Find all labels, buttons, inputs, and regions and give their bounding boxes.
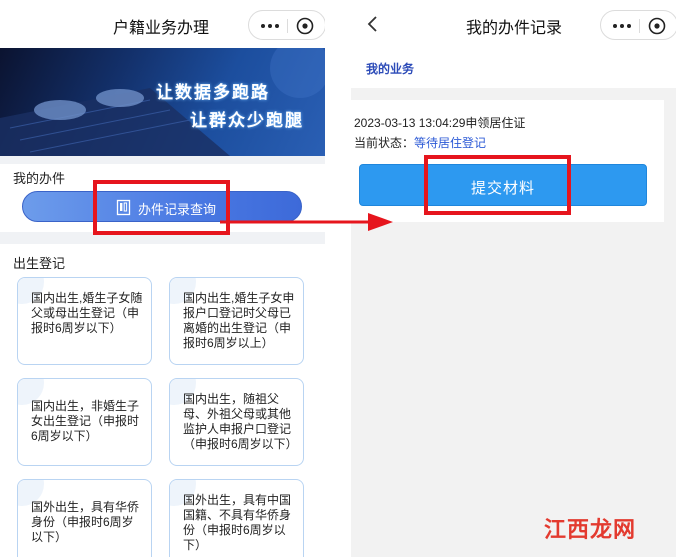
left-phone-screen: 户籍业务办理 让数据多跑路 让群众少跑腿 我的办件 办件记录查询 出生登记 国内…	[0, 0, 325, 557]
service-card[interactable]: 国内出生，非婚生子女出生登记（申报时6周岁以下）	[17, 378, 152, 466]
service-card-label: 国外出生，具有中国国籍、不具有华侨身份（申报时6周岁以下）	[183, 493, 292, 552]
chevron-left-icon[interactable]	[363, 12, 383, 36]
service-card-label: 国内出生,婚生子女随父或母出生登记（申报时6周岁以下）	[31, 291, 143, 335]
my-handling-heading: 我的办件	[13, 171, 66, 186]
promo-banner: 让数据多跑路 让群众少跑腿	[0, 48, 325, 156]
more-dots-icon[interactable]	[257, 17, 283, 35]
mini-program-capsule	[600, 10, 676, 40]
service-card[interactable]: 国内出生,婚生子女申报户口登记时父母已离婚的出生登记（申报时6周岁以上）	[169, 277, 304, 365]
right-phone-screen: 我的办件记录 我的业务 2023-03-13 13:04:29申领居住证 当前状…	[351, 0, 676, 557]
banner-slogan-1: 让数据多跑路	[156, 83, 270, 102]
service-card-label: 国内出生，随祖父母、外祖父母或其他监护人申报户口登记（申报时6周岁以下）	[183, 392, 295, 451]
service-card-label: 国内出生,婚生子女申报户口登记时父母已离婚的出生登记（申报时6周岁以上）	[183, 291, 295, 350]
capsule-divider	[639, 19, 640, 33]
status-value: 等待居住登记	[414, 136, 487, 150]
service-card[interactable]: 国外出生，具有华侨身份（申报时6周岁以下）	[17, 479, 152, 557]
section-divider	[0, 156, 325, 164]
highlight-box-query	[93, 180, 230, 235]
left-nav-bar: 户籍业务办理	[0, 0, 325, 48]
service-card[interactable]: 国内出生,婚生子女随父或母出生登记（申报时6周岁以下）	[17, 277, 152, 365]
banner-slogan-2: 让群众少跑腿	[190, 111, 304, 130]
birth-registration-heading: 出生登记	[13, 256, 66, 271]
record-time-type: 2023-03-13 13:04:29申领居住证	[354, 116, 526, 130]
watermark-text: 江西龙网	[544, 517, 637, 542]
mini-program-capsule	[248, 10, 325, 40]
service-card[interactable]: 国外出生，具有中国国籍、不具有华侨身份（申报时6周岁以下）	[169, 479, 304, 557]
arrow-right-icon	[220, 213, 393, 231]
more-dots-icon[interactable]	[609, 17, 635, 35]
right-nav-bar: 我的办件记录	[351, 0, 676, 48]
service-card[interactable]: 国内出生，随祖父母、外祖父母或其他监护人申报户口登记（申报时6周岁以下）	[169, 378, 304, 466]
service-card-label: 国外出生，具有华侨身份（申报时6周岁以下）	[31, 500, 140, 544]
close-circle-icon[interactable]	[647, 16, 667, 36]
page-title: 我的办件记录	[466, 20, 563, 37]
capsule-divider	[287, 19, 288, 33]
close-circle-icon[interactable]	[295, 16, 315, 36]
page-title: 户籍业务办理	[113, 20, 210, 37]
watermark: 江西龙网	[528, 508, 648, 548]
record-status: 当前状态：等待居住登记	[354, 134, 486, 151]
service-card-label: 国内出生，非婚生子女出生登记（申报时6周岁以下）	[31, 399, 140, 443]
highlight-box-submit	[424, 155, 571, 215]
my-business-label: 我的业务	[366, 62, 415, 76]
status-label: 当前状态：	[354, 136, 415, 150]
my-business-tab[interactable]: 我的业务	[351, 48, 676, 88]
